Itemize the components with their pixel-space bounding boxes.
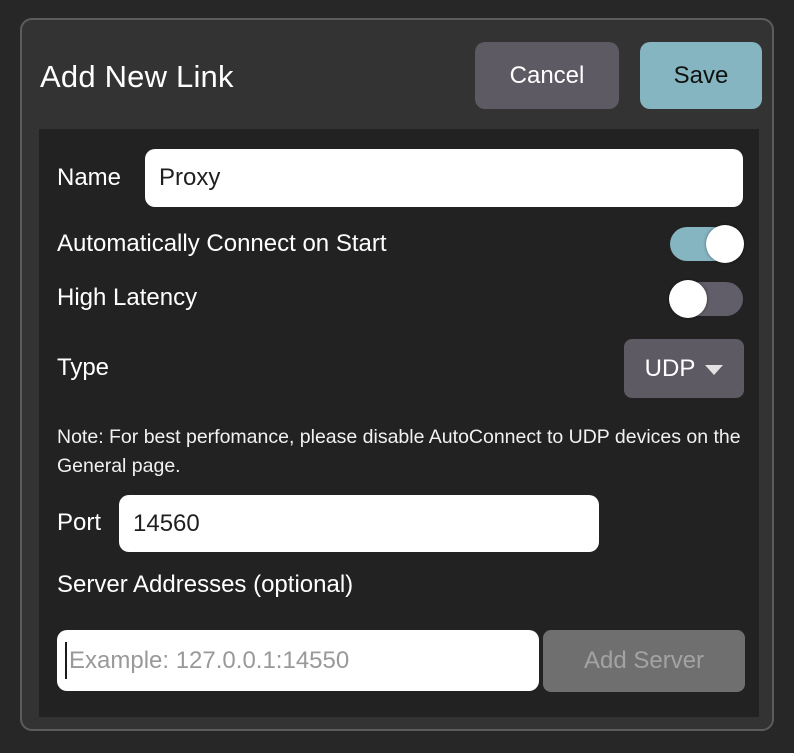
auto-connect-toggle[interactable] [670,227,743,261]
server-address-field-wrap [57,630,539,691]
toggle-knob-icon [669,280,707,318]
type-dropdown-value: UDP [645,355,696,383]
server-address-input[interactable] [57,630,539,691]
high-latency-toggle[interactable] [670,282,743,316]
note-text: Note: For best perfomance, please disabl… [57,423,749,481]
save-button[interactable]: Save [640,42,762,109]
name-input[interactable] [145,149,743,207]
type-dropdown[interactable]: UDP [624,339,744,398]
cancel-button[interactable]: Cancel [475,42,619,109]
add-server-button[interactable]: Add Server [543,630,745,692]
high-latency-label: High Latency [57,283,197,313]
port-input[interactable] [119,495,599,552]
server-addresses-label: Server Addresses (optional) [57,570,353,600]
page-background: Add New Link Cancel Save Name Automatica… [0,0,794,753]
type-label: Type [57,353,109,383]
add-link-dialog: Add New Link Cancel Save Name Automatica… [20,18,774,731]
form-panel: Name Automatically Connect on Start High… [39,129,759,717]
text-cursor [65,642,67,679]
dialog-title: Add New Link [40,59,234,95]
chevron-down-icon [705,365,723,375]
dialog-header: Add New Link Cancel Save [22,20,772,129]
name-label: Name [57,163,121,193]
auto-connect-label: Automatically Connect on Start [57,229,387,259]
toggle-knob-icon [706,225,744,263]
port-label: Port [57,508,101,538]
